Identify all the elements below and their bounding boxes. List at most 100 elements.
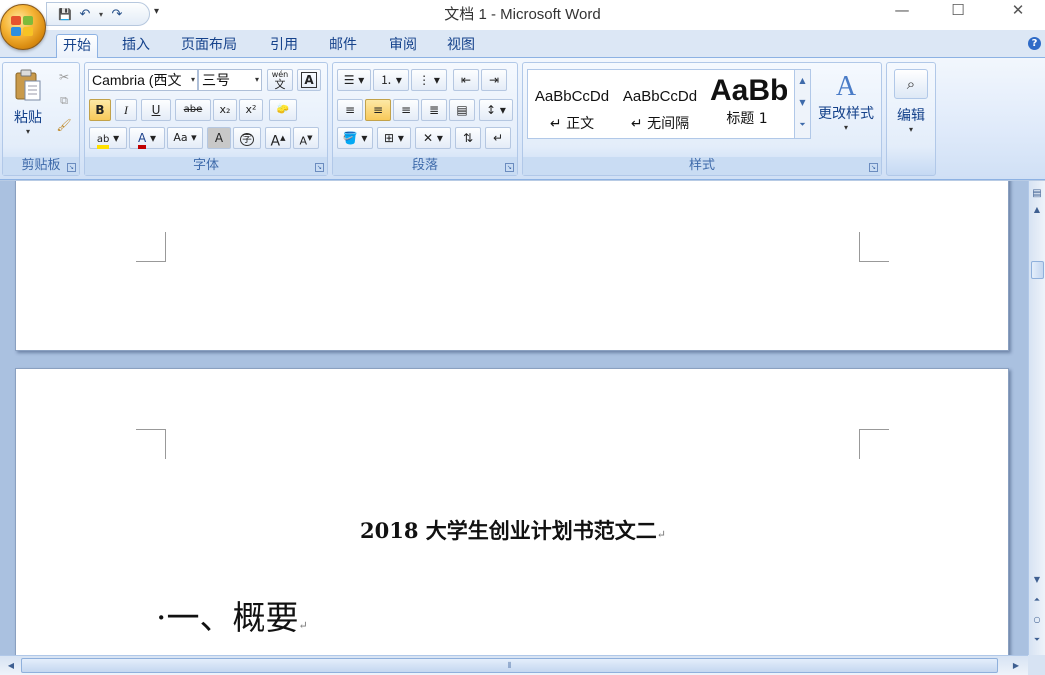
tab-mailings[interactable]: 邮件 xyxy=(323,34,363,58)
style-normal[interactable]: AaBbCcDd ↵ 正文 xyxy=(531,74,613,134)
align-center-button[interactable]: ≡ xyxy=(365,99,391,121)
help-icon[interactable]: ? xyxy=(1028,37,1041,50)
grow-font-button[interactable]: A▲ xyxy=(265,127,291,150)
line-spacing-button[interactable]: ↕ ▾ xyxy=(479,99,513,121)
editing-button[interactable]: ⌕ 编辑 ▾ xyxy=(891,69,931,134)
ribbon: 粘贴 ▾ ✂ ⧉ 🖌 剪贴板 ↘ Cambria (西文 ▾ 三号 ▾ wén 文… xyxy=(0,58,1045,180)
character-shading-button[interactable]: A xyxy=(207,127,231,149)
gallery-more-icon[interactable]: ⏷ xyxy=(795,114,810,136)
scroll-down-icon[interactable]: ▼ xyxy=(795,92,810,114)
shrink-font-button[interactable]: A▼ xyxy=(293,127,319,149)
scroll-right-icon[interactable]: ▶ xyxy=(1009,659,1023,673)
highlight-button[interactable]: ab ▾ xyxy=(89,127,127,149)
horizontal-scrollbar[interactable]: ◀ ⦀ ▶ xyxy=(0,655,1028,675)
subscript-button[interactable]: x₂ xyxy=(213,99,237,121)
document-title-text: 2018 大学生创业计划书范文二 xyxy=(360,518,657,543)
chevron-down-icon: ▾ xyxy=(908,125,913,134)
bold-button[interactable]: B xyxy=(89,99,111,121)
cut-icon[interactable]: ✂ xyxy=(53,67,75,89)
paragraph-launcher-icon[interactable]: ↘ xyxy=(505,163,514,172)
horizontal-scroll-thumb[interactable]: ⦀ xyxy=(21,658,998,673)
office-button[interactable] xyxy=(0,4,46,50)
next-page-icon[interactable]: ⏷ xyxy=(1030,633,1044,647)
page-2[interactable]: 2018 大学生创业计划书范文二↵ ·一、概要↵ xyxy=(15,368,1009,655)
underline-button[interactable]: U xyxy=(141,99,171,121)
document-heading-text: ·一、概要 xyxy=(156,598,299,637)
chevron-down-icon: ▾ xyxy=(254,75,259,84)
paste-button[interactable]: 粘贴 ▾ xyxy=(7,69,49,136)
clear-formatting-icon[interactable]: 🧽 xyxy=(269,99,297,121)
tab-page-layout[interactable]: 页面布局 xyxy=(175,34,243,58)
increase-indent-button[interactable]: ⇥ xyxy=(481,69,507,91)
distributed-button[interactable]: ▤ xyxy=(449,99,475,121)
chevron-down-icon: ▾ xyxy=(190,75,195,84)
change-styles-button[interactable]: A 更改样式 ▾ xyxy=(813,71,879,132)
style-sample: AaBbCcDd xyxy=(534,88,610,105)
justify-button[interactable]: ≣ xyxy=(421,99,447,121)
character-border-button[interactable]: A xyxy=(297,69,321,91)
tab-view[interactable]: 视图 xyxy=(441,34,481,58)
paste-dropdown-icon[interactable]: ▾ xyxy=(7,127,49,136)
shading-button[interactable]: 🪣 ▾ xyxy=(337,127,373,149)
change-case-button[interactable]: Aa ▾ xyxy=(167,127,203,149)
scroll-thumb[interactable] xyxy=(1031,261,1044,279)
minimize-button[interactable]: — xyxy=(878,0,926,22)
style-no-spacing[interactable]: AaBbCcDd ↵ 无间隔 xyxy=(619,74,701,134)
align-right-button[interactable]: ≡ xyxy=(393,99,419,121)
maximize-button[interactable]: ☐ xyxy=(934,0,982,22)
margin-corner-mark xyxy=(859,429,889,459)
document-area[interactable]: 2018 大学生创业计划书范文二↵ ·一、概要↵ xyxy=(0,181,1028,655)
vertical-scrollbar[interactable]: ▤ ▲ ▼ ⏶ ○ ⏷ xyxy=(1028,181,1045,655)
gallery-scroll[interactable]: ▲ ▼ ⏷ xyxy=(794,70,810,138)
chinese-layout-button[interactable]: ✕ ▾ xyxy=(415,127,451,149)
clipboard-group: 粘贴 ▾ ✂ ⧉ 🖌 剪贴板 ↘ xyxy=(2,62,80,176)
show-hide-marks-button[interactable]: ↵ xyxy=(485,127,511,149)
scroll-down-icon[interactable]: ▼ xyxy=(1030,573,1044,587)
binoculars-icon: ⌕ xyxy=(894,69,928,99)
font-launcher-icon[interactable]: ↘ xyxy=(315,163,324,172)
font-name-select[interactable]: Cambria (西文 ▾ xyxy=(88,69,198,91)
italic-button[interactable]: I xyxy=(115,99,137,121)
scroll-up-icon[interactable]: ▲ xyxy=(795,70,810,92)
styles-launcher-icon[interactable]: ↘ xyxy=(869,163,878,172)
phonetic-guide-button[interactable]: wén 文 xyxy=(267,69,293,91)
paste-label: 粘贴 xyxy=(14,110,42,126)
align-left-button[interactable]: ≡ xyxy=(337,99,363,121)
scrollbar-corner xyxy=(1028,655,1045,675)
decrease-indent-button[interactable]: ⇤ xyxy=(453,69,479,91)
shrink-font-icon: A xyxy=(299,134,308,148)
copy-icon[interactable]: ⧉ xyxy=(53,91,75,113)
sort-button[interactable]: ⇅ xyxy=(455,127,481,149)
scroll-left-icon[interactable]: ◀ xyxy=(4,659,18,673)
enclose-characters-button[interactable]: 字 xyxy=(233,127,261,149)
tab-home[interactable]: 开始 xyxy=(56,34,98,59)
change-case-label: Aa xyxy=(173,131,188,144)
highlight-icon: ab xyxy=(96,134,110,149)
bullets-button[interactable]: ☰ ▾ xyxy=(337,69,371,91)
font-group: Cambria (西文 ▾ 三号 ▾ wén 文 A B I U abe x₂ x… xyxy=(84,62,328,176)
style-heading-1[interactable]: AaBb 标题 1 xyxy=(707,74,787,134)
style-name: 标题 1 xyxy=(726,111,768,127)
ruler-toggle-icon[interactable]: ▤ xyxy=(1030,187,1044,201)
grow-font-icon: A xyxy=(270,133,281,150)
close-button[interactable]: ✕ xyxy=(994,0,1042,22)
document-heading[interactable]: ·一、概要↵ xyxy=(156,591,308,639)
quick-styles-gallery: AaBbCcDd ↵ 正文 AaBbCcDd ↵ 无间隔 AaBb 标题 1 ▲… xyxy=(527,69,811,139)
select-browse-object-icon[interactable]: ○ xyxy=(1030,613,1044,627)
numbering-button[interactable]: ⒈ ▾ xyxy=(373,69,409,91)
font-size-select[interactable]: 三号 ▾ xyxy=(198,69,262,91)
tab-insert[interactable]: 插入 xyxy=(116,34,156,58)
tab-references[interactable]: 引用 xyxy=(264,34,304,58)
clipboard-launcher-icon[interactable]: ↘ xyxy=(67,163,76,172)
previous-page-icon[interactable]: ⏶ xyxy=(1030,593,1044,607)
format-painter-icon[interactable]: 🖌 xyxy=(53,115,75,137)
page-1[interactable] xyxy=(15,181,1009,351)
font-color-button[interactable]: A ▾ xyxy=(129,127,165,149)
tab-review[interactable]: 审阅 xyxy=(383,34,423,58)
document-title[interactable]: 2018 大学生创业计划书范文二↵ xyxy=(16,515,1010,545)
strikethrough-button[interactable]: abe xyxy=(175,99,211,121)
multilevel-list-button[interactable]: ⋮ ▾ xyxy=(411,69,447,91)
superscript-button[interactable]: x² xyxy=(239,99,263,121)
scroll-up-icon[interactable]: ▲ xyxy=(1030,203,1044,217)
borders-button[interactable]: ⊞ ▾ xyxy=(377,127,411,149)
